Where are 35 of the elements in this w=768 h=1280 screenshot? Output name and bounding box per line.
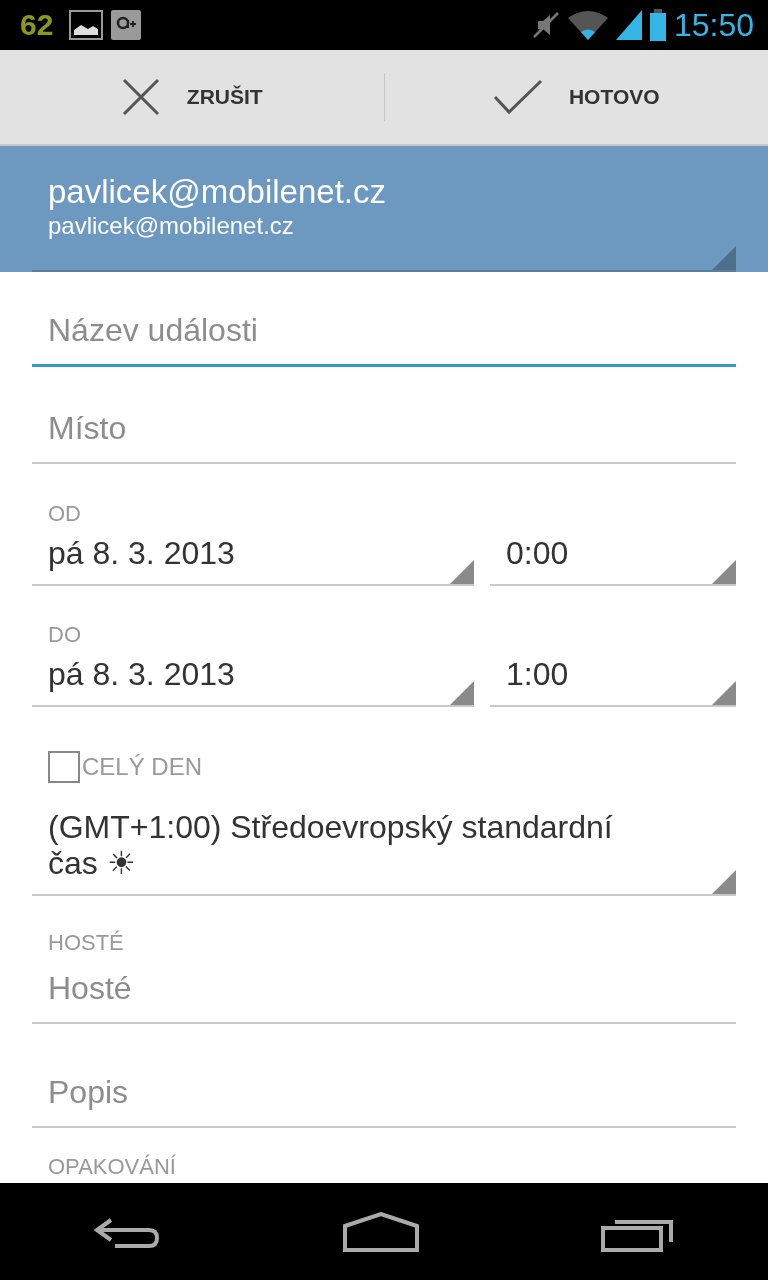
checkmark-icon — [492, 79, 543, 115]
home-icon[interactable] — [343, 1211, 419, 1252]
section-label: HOSTÉ — [47, 932, 125, 955]
checkbox[interactable] — [48, 750, 80, 783]
signal-icon — [615, 10, 642, 40]
corner-triangle-icon — [450, 559, 474, 584]
notification-count: 62 — [20, 10, 54, 40]
timezone-dropdown[interactable]: (GMT+1:00) Středoevropský standardní čas ☀ — [32, 808, 736, 897]
guests-field[interactable]: Hosté — [32, 964, 736, 1025]
section-label: OPAKOVÁNÍ — [47, 1156, 177, 1179]
cancel-button[interactable]: ZRUŠIT — [0, 50, 384, 144]
done-button[interactable]: HOTOVO — [384, 50, 768, 144]
mute-icon — [531, 10, 560, 40]
clock-time: 15:50 — [673, 9, 754, 41]
section-label: OD — [47, 503, 82, 525]
time-dropdown[interactable]: 1:00 — [490, 655, 736, 707]
time-dropdown[interactable]: 0:00 — [490, 535, 736, 586]
corner-triangle-icon — [712, 870, 736, 895]
location-field[interactable]: Místo — [32, 404, 736, 464]
battery-icon — [649, 9, 666, 41]
corner-triangle-icon — [712, 559, 736, 584]
account-email: pavlicek@mobilenet.cz — [47, 211, 295, 242]
date-dropdown[interactable]: pá 8. 3. 2013 — [32, 655, 474, 707]
app-icon — [111, 10, 142, 40]
wifi-icon — [567, 10, 608, 40]
corner-triangle-icon — [712, 680, 736, 705]
description-field[interactable]: Popis — [32, 1068, 736, 1129]
section-label: DO — [47, 623, 82, 646]
corner-triangle-icon — [712, 246, 736, 270]
date-dropdown[interactable]: pá 8. 3. 2013 — [32, 535, 474, 586]
close-icon — [120, 77, 161, 117]
title-field[interactable]: Název události — [32, 306, 736, 367]
corner-triangle-icon — [450, 680, 474, 705]
image-icon — [69, 10, 104, 40]
account-name: pavlicek@mobilenet.cz — [47, 174, 387, 211]
